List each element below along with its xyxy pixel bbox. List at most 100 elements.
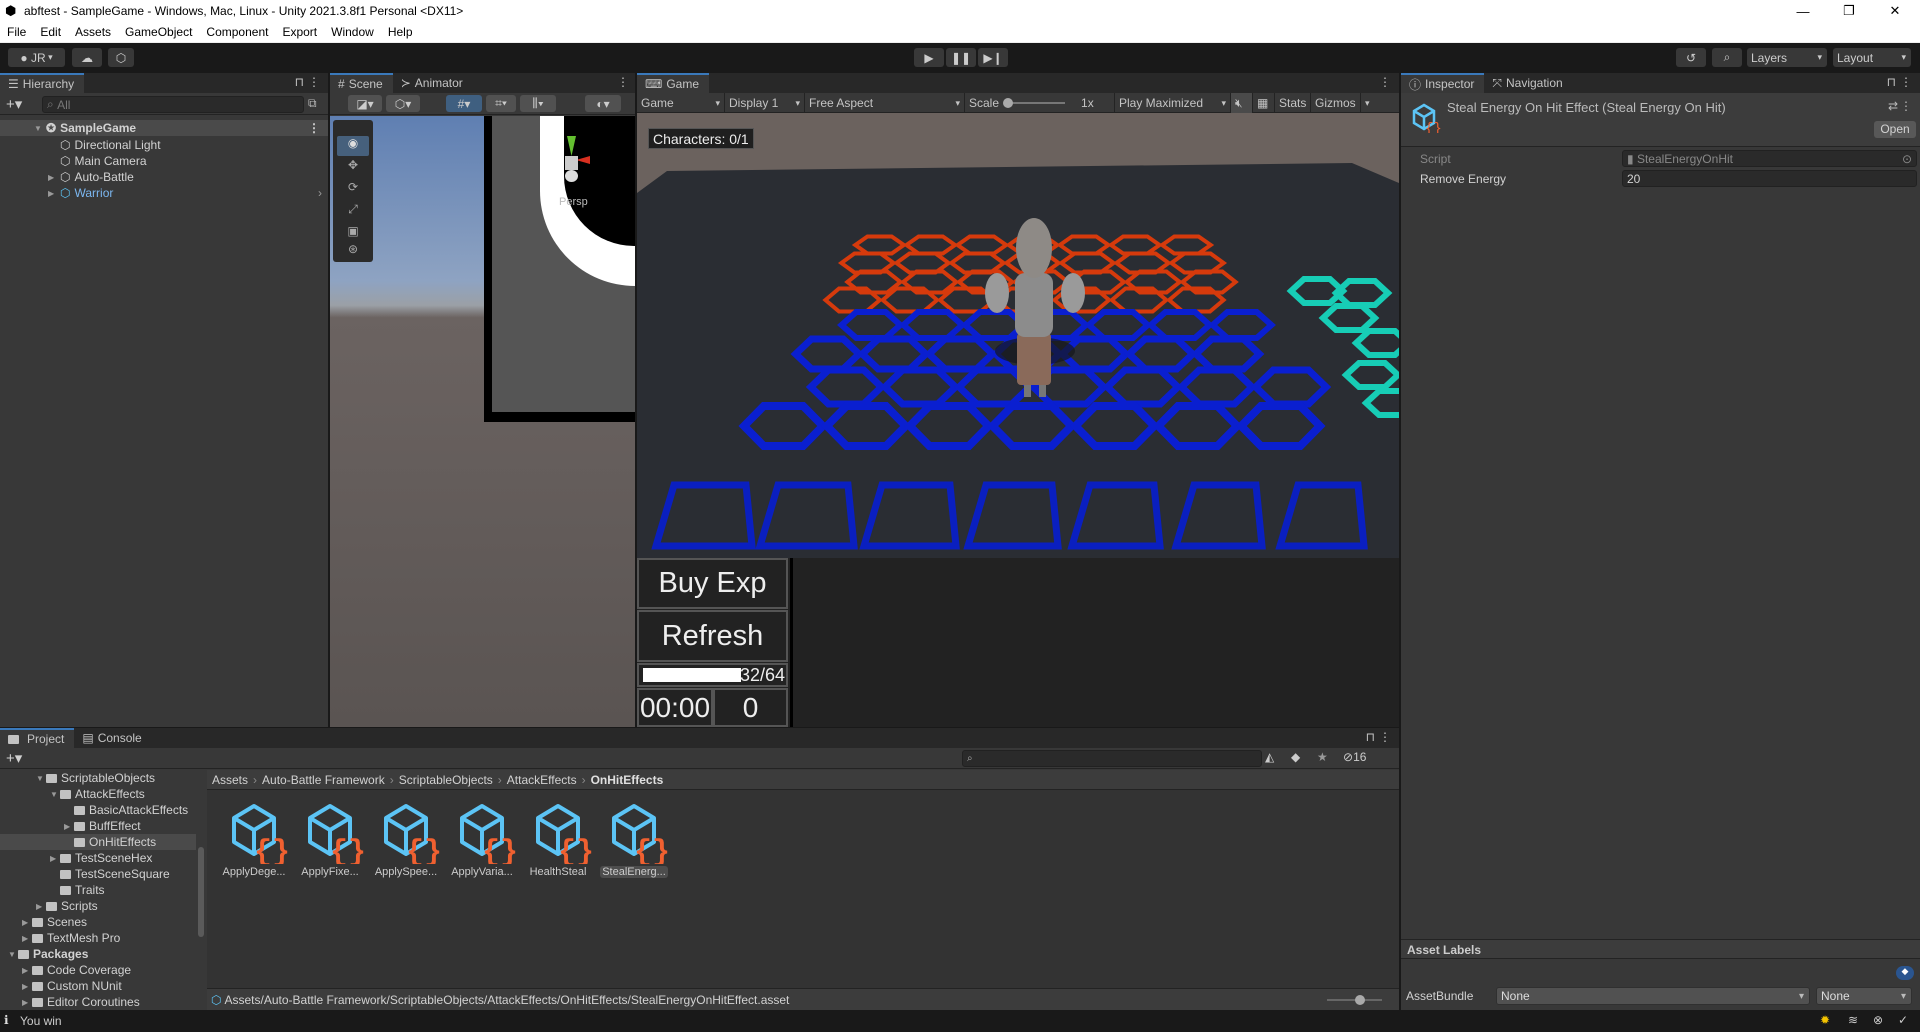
gizmos-toggle[interactable]: Gizmos bbox=[1311, 93, 1361, 113]
snap-toggle[interactable]: ⌗▾ bbox=[486, 95, 516, 112]
folder-tree-item[interactable]: BasicAttackEffects bbox=[0, 802, 196, 818]
kebab-menu-icon[interactable]: ⋮ bbox=[1900, 75, 1912, 89]
create-button[interactable]: +▾ bbox=[6, 749, 22, 767]
check-circle-icon[interactable]: ✓ bbox=[1898, 1013, 1908, 1027]
tree-scrollbar[interactable] bbox=[197, 770, 206, 1010]
asset-item[interactable]: {} StealEnerg... bbox=[596, 800, 672, 880]
scene-viewport[interactable]: Persp ◉ ✥ ⟳ ⤢ ▣ ⊛ bbox=[330, 116, 635, 727]
move-tool-icon[interactable]: ✥ bbox=[337, 158, 369, 178]
hierarchy-item[interactable]: ▶ ⬡ Auto-Battle bbox=[0, 169, 328, 185]
menu-component[interactable]: Component bbox=[199, 25, 275, 39]
tab-inspector[interactable]: ⓘ Inspector bbox=[1401, 73, 1485, 93]
folder-tree-item[interactable]: ▶ Code Coverage bbox=[0, 962, 196, 978]
hierarchy-item[interactable]: ⬡ Directional Light bbox=[0, 137, 328, 153]
orientation-gizmo[interactable] bbox=[554, 136, 590, 182]
kebab-menu-icon[interactable]: ⋮ bbox=[1379, 730, 1391, 744]
folder-tree-item[interactable]: ▶ Editor Coroutines bbox=[0, 994, 196, 1010]
play-mode-dropdown[interactable]: Play Maximized ▾ bbox=[1115, 93, 1231, 113]
refresh-button[interactable]: Refresh bbox=[637, 610, 788, 662]
object-picker-icon[interactable]: ⊙ bbox=[1902, 152, 1912, 166]
cloud-button[interactable]: ☁ bbox=[72, 48, 102, 67]
kebab-menu-icon[interactable]: ⋮ bbox=[617, 75, 629, 89]
increment-snap-dropdown[interactable]: ⫼▾ bbox=[520, 95, 556, 112]
folder-tree-item[interactable]: ▶ TestSceneHex bbox=[0, 850, 196, 866]
menu-file[interactable]: File bbox=[0, 25, 33, 39]
expand-arrow-icon[interactable]: ▼ bbox=[36, 774, 46, 783]
stats-toggle[interactable]: Stats bbox=[1275, 93, 1311, 113]
folder-tree-item[interactable]: OnHitEffects bbox=[0, 834, 196, 850]
aspect-dropdown[interactable]: Free Aspect ▾ bbox=[805, 93, 965, 113]
maximize-button[interactable]: ❐ bbox=[1826, 0, 1872, 22]
pause-button[interactable]: ❚❚ bbox=[946, 48, 976, 67]
expand-arrow-icon[interactable]: ▶ bbox=[22, 918, 32, 927]
lighting-dropdown[interactable]: ◐▾ bbox=[585, 95, 621, 112]
undo-history-button[interactable]: ↺ bbox=[1676, 48, 1706, 67]
kebab-menu-icon[interactable]: ⋮ bbox=[308, 75, 320, 89]
breadcrumb-item[interactable]: Auto-Battle Framework bbox=[262, 773, 385, 787]
minimize-button[interactable]: — bbox=[1780, 0, 1826, 22]
step-button[interactable]: ▶❙ bbox=[978, 48, 1008, 67]
asset-item[interactable]: {} ApplyVaria... bbox=[444, 800, 520, 880]
game-viewport[interactable]: Characters: 0/1 bbox=[637, 113, 1399, 558]
remove-energy-input[interactable]: 20 bbox=[1622, 170, 1917, 187]
hierarchy-item[interactable]: ▶ ⬡ Warrior › bbox=[0, 185, 328, 201]
shortcuts-toggle[interactable]: ▦ bbox=[1253, 93, 1275, 113]
asset-labels-header[interactable]: Asset Labels bbox=[1401, 939, 1920, 959]
expand-arrow-icon[interactable]: ▶ bbox=[64, 822, 74, 831]
tab-console[interactable]: ▤ Console bbox=[74, 728, 151, 748]
lock-icon[interactable]: ⊓ bbox=[1366, 730, 1375, 744]
folder-tree-item[interactable]: ▶ Scripts bbox=[0, 898, 196, 914]
folder-tree-item[interactable]: ▶ Scenes bbox=[0, 914, 196, 930]
tab-project[interactable]: Project bbox=[0, 728, 75, 748]
expand-arrow-icon[interactable]: ▶ bbox=[48, 189, 58, 198]
tab-animator[interactable]: ≻ Animator bbox=[393, 73, 473, 93]
menu-gameobject[interactable]: GameObject bbox=[118, 25, 199, 39]
mute-audio-toggle[interactable]: 🔇︎ bbox=[1231, 93, 1253, 113]
auto-generate-lighting-icon[interactable]: ⊗ bbox=[1873, 1013, 1883, 1027]
lock-icon[interactable]: ⊓ bbox=[295, 75, 304, 89]
buy-exp-button[interactable]: Buy Exp bbox=[637, 558, 788, 609]
expand-arrow-icon[interactable]: ▶ bbox=[22, 966, 32, 975]
scene-root[interactable]: ▼ ✪ SampleGame ⋮ bbox=[0, 120, 328, 136]
search-by-label-icon[interactable]: ◆ bbox=[1291, 750, 1300, 764]
folder-tree-item[interactable]: ▼ Packages bbox=[0, 946, 196, 962]
open-button[interactable]: Open bbox=[1874, 121, 1916, 138]
breadcrumb-item[interactable]: AttackEffects bbox=[507, 773, 577, 787]
search-by-type-icon[interactable]: ◭ bbox=[1265, 750, 1274, 764]
folder-tree-item[interactable]: ▶ BuffEffect bbox=[0, 818, 196, 834]
account-dropdown[interactable]: ● JR ▾ bbox=[8, 48, 65, 67]
grid-snap-toggle[interactable]: #▾ bbox=[446, 95, 482, 112]
kebab-menu-icon[interactable]: ⋮ bbox=[1900, 99, 1912, 113]
breadcrumb-item[interactable]: Assets bbox=[212, 773, 248, 787]
search-button[interactable]: ⌕ bbox=[1712, 48, 1742, 67]
menu-window[interactable]: Window bbox=[324, 25, 381, 39]
icon-size-slider[interactable] bbox=[1327, 995, 1382, 1005]
kebab-menu-icon[interactable]: ⋮ bbox=[1379, 75, 1391, 89]
breadcrumb-item[interactable]: ScriptableObjects bbox=[399, 773, 493, 787]
scene-menu-icon[interactable]: ⋮ bbox=[308, 121, 320, 135]
asset-item[interactable]: {} ApplyFixe... bbox=[292, 800, 368, 880]
favorites-star-icon[interactable]: ★ bbox=[1317, 750, 1328, 764]
game-mode-dropdown[interactable]: Game ▾ bbox=[637, 93, 725, 113]
lock-icon[interactable]: ⊓ bbox=[1887, 75, 1896, 89]
add-button[interactable]: +▾ bbox=[6, 95, 22, 113]
tab-scene[interactable]: # Scene bbox=[330, 73, 393, 93]
display-dropdown[interactable]: Display 1 ▾ bbox=[725, 93, 805, 113]
menu-assets[interactable]: Assets bbox=[68, 25, 118, 39]
scale-tool-icon[interactable]: ⤢ bbox=[337, 202, 369, 222]
close-button[interactable]: ✕ bbox=[1872, 0, 1918, 22]
expand-arrow-icon[interactable]: ▶ bbox=[50, 854, 60, 863]
script-field[interactable]: ▮ StealEnergyOnHit ⊙ bbox=[1622, 150, 1917, 167]
cache-server-icon[interactable]: ≋ bbox=[1848, 1013, 1858, 1027]
chevron-right-icon[interactable]: › bbox=[318, 186, 322, 200]
menu-export[interactable]: Export bbox=[275, 25, 324, 39]
project-search-input[interactable]: ⌕ bbox=[962, 750, 1262, 767]
search-popout-icon[interactable]: ⧉ bbox=[308, 96, 317, 111]
expand-arrow-icon[interactable]: ▶ bbox=[36, 902, 46, 911]
layout-dropdown[interactable]: Layout ▾ bbox=[1833, 48, 1911, 67]
tab-hierarchy[interactable]: ☰ Hierarchy bbox=[0, 73, 85, 93]
draw-mode-dropdown[interactable]: ◪▾ bbox=[348, 95, 382, 112]
breadcrumb-item[interactable]: OnHitEffects bbox=[591, 773, 664, 787]
asset-bundle-dropdown[interactable]: None bbox=[1496, 987, 1810, 1005]
expand-arrow-icon[interactable]: ▶ bbox=[22, 998, 32, 1007]
